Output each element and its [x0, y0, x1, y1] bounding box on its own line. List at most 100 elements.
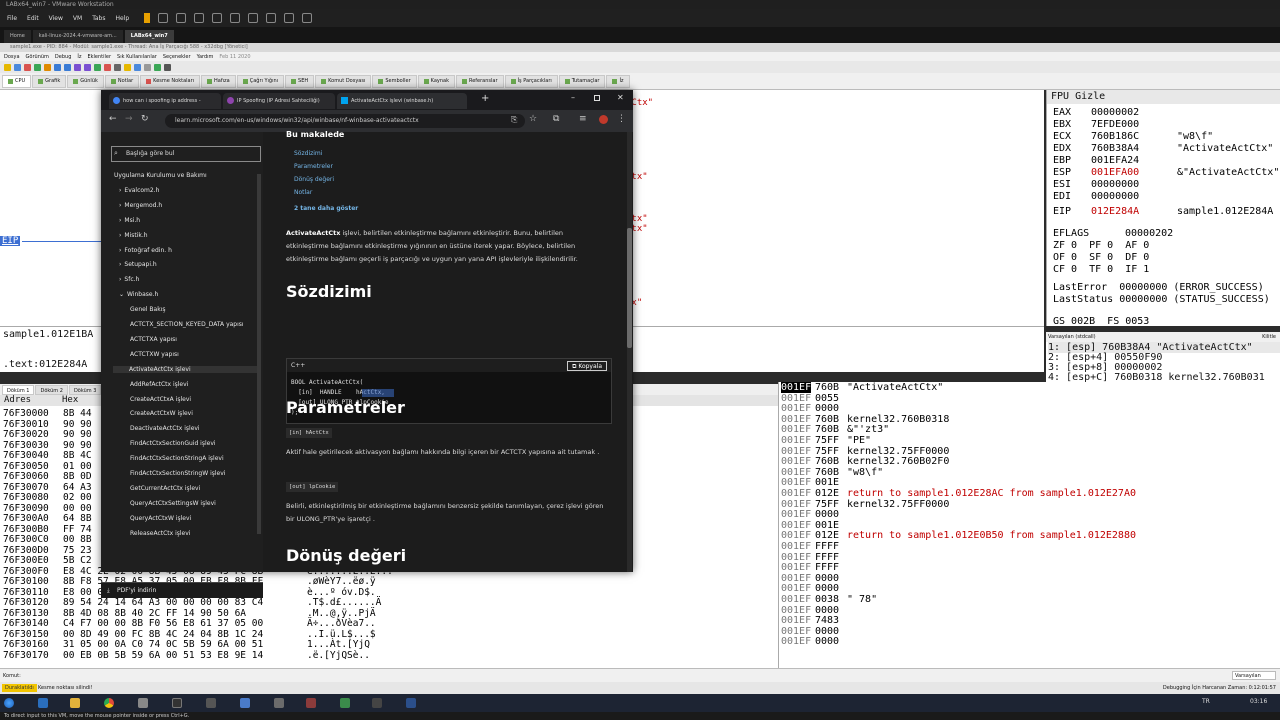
register-name[interactable]: EIP — [1053, 206, 1071, 217]
stack-address[interactable]: 001EF — [781, 467, 811, 478]
stack-value[interactable]: 0000 — [815, 626, 839, 637]
last-status[interactable]: LastStatus 00000000 (STATUS_SUCCESS) — [1053, 294, 1270, 305]
dump-ascii[interactable]: .ë.[YjQSè.. — [307, 650, 370, 661]
toc-nav-item[interactable]: ACTCTX_SECTION_KEYED_DATA yapısı — [127, 321, 244, 328]
filter-input[interactable]: Başlığa göre bul — [111, 146, 261, 162]
dump-addr[interactable]: 76F30090 — [3, 503, 49, 514]
register-comment[interactable]: "w8\f" — [1177, 131, 1213, 142]
stack-address[interactable]: 001EF — [781, 552, 811, 563]
toc-nav-item[interactable]: › Sfc.h — [119, 276, 139, 283]
register-name[interactable]: EFLAGS — [1053, 228, 1089, 239]
stack-value[interactable]: 001E — [815, 520, 839, 531]
arguments-pane[interactable]: 1: [esp] 760B38A4 "ActivateActCtx" 2: [e… — [1046, 342, 1280, 382]
toc-nav-item[interactable]: FindActCtxSectionStringA işlevi — [127, 455, 224, 462]
comment-icon[interactable] — [124, 63, 131, 71]
command-bar[interactable]: Komut: Varsayılan — [0, 668, 1280, 682]
stack-address[interactable]: 001EF — [781, 382, 812, 393]
register-value[interactable]: 00000000 — [1091, 179, 1139, 190]
tab-references[interactable]: Referanslar — [455, 74, 504, 88]
dump-addr[interactable]: 76F30060 — [3, 471, 49, 482]
minimize-button[interactable]: – — [571, 93, 575, 102]
toc-nav-item[interactable]: CreateActCtxA işlevi — [127, 396, 191, 403]
tab-memory[interactable]: Hafıza — [201, 74, 236, 88]
stack-value[interactable]: 0000 — [815, 509, 839, 520]
start-icon[interactable] — [4, 698, 14, 708]
stack-value[interactable]: 0038 — [815, 594, 839, 605]
browser-tab-search[interactable]: how can i spoofing ip address - — [109, 93, 221, 109]
toc-nav-item[interactable]: DeactivateActCtx işlevi — [127, 425, 200, 432]
page-scrollbar-thumb[interactable] — [627, 228, 632, 348]
dbg-menu-options[interactable]: Seçenekler — [163, 54, 191, 60]
dbg-menu-plugins[interactable]: Eklentiler — [87, 54, 111, 60]
dump-hex[interactable]: 02 00 — [63, 492, 92, 503]
dump-ascii[interactable]: .T$.d£......Ä — [307, 597, 381, 608]
stack-value[interactable]: 760B — [815, 424, 839, 435]
stack-address[interactable]: 001EF — [781, 583, 811, 594]
vm-menu-edit[interactable]: Edit — [26, 15, 40, 22]
explorer-icon[interactable] — [70, 698, 80, 708]
manage-snapshots-icon[interactable] — [212, 13, 223, 23]
tab-seh[interactable]: SEH — [285, 74, 315, 88]
register-comment[interactable]: sample1.012E284A — [1177, 206, 1273, 217]
dump-hex[interactable]: 90 90 — [63, 429, 92, 440]
dump-addr[interactable]: 76F30100 — [3, 576, 49, 587]
page-scrollbar[interactable] — [627, 132, 632, 572]
toc-link-return[interactable]: Dönüş değeri — [294, 176, 334, 183]
dump-addr[interactable]: 76F30150 — [3, 629, 49, 640]
last-error[interactable]: LastError 00000000 (ERROR_SUCCESS) — [1053, 282, 1264, 293]
flags-row[interactable]: OF 0 SF 0 DF 0 — [1053, 252, 1149, 263]
toc-nav-item[interactable]: ReleaseActCtx işlevi — [127, 530, 190, 537]
dump-addr[interactable]: 76F30000 — [3, 408, 49, 419]
stack-address[interactable]: 001EF — [781, 403, 811, 414]
register-name[interactable]: EBP — [1053, 155, 1071, 166]
vm-menu-help[interactable]: Help — [115, 15, 131, 22]
new-tab-button[interactable]: + — [481, 93, 489, 104]
stack-address[interactable]: 001EF — [781, 562, 811, 573]
dump-addr[interactable]: 76F30010 — [3, 419, 49, 430]
segment-registers[interactable]: GS 002B FS 0053 — [1053, 316, 1149, 327]
dump-hex[interactable]: 90 90 — [63, 440, 92, 451]
register-value[interactable]: 012E284A — [1091, 206, 1139, 217]
toc-nav-item[interactable]: GetCurrentActCtx işlevi — [127, 485, 200, 492]
stack-value[interactable]: FFFF — [815, 552, 839, 563]
dump-ascii[interactable]: .øWèY7..ëø.ÿ — [307, 576, 376, 587]
dump-addr[interactable]: 76F30140 — [3, 618, 49, 629]
dump-hex[interactable]: 90 90 — [63, 419, 92, 430]
stack-value[interactable]: 760B — [815, 456, 839, 467]
stack-address[interactable]: 001EF — [781, 424, 811, 435]
toc-link-parameters[interactable]: Parametreler — [294, 163, 333, 170]
dump-addr[interactable]: 76F30120 — [3, 597, 49, 608]
snapshot-icon[interactable] — [176, 13, 187, 23]
vm-menu-tabs[interactable]: Tabs — [91, 15, 106, 22]
register-name[interactable]: ESI — [1053, 179, 1071, 190]
browser-tab-ip-spoofing[interactable]: IP Spoofing (IP Adresi Sahteciliği) — [223, 93, 335, 109]
extensions-icon[interactable]: ⧉ — [553, 114, 559, 124]
stack-value[interactable]: 001E — [815, 477, 839, 488]
run-icon[interactable] — [34, 63, 41, 71]
register-value[interactable]: 760B38A4 — [1091, 143, 1139, 154]
command-type-select[interactable]: Varsayılan — [1232, 671, 1276, 680]
stack-address[interactable]: 001EF — [781, 605, 811, 616]
register-value[interactable]: 001EFA00 — [1091, 167, 1139, 178]
x32dbg-icon[interactable] — [306, 698, 316, 708]
stack-address[interactable]: 001EF — [781, 488, 811, 499]
toc-nav-item[interactable]: ⌄ Winbase.h — [119, 291, 158, 298]
dump-addr[interactable]: 76F30020 — [3, 429, 49, 440]
fpu-toggle[interactable]: FPU Gizle — [1047, 90, 1280, 104]
stack-value[interactable]: 7483 — [815, 615, 839, 626]
dump-addr[interactable]: 76F30030 — [3, 440, 49, 451]
stack-value[interactable]: 0000 — [815, 605, 839, 616]
toc-nav-item[interactable]: QueryActCtxW işlevi — [127, 515, 191, 522]
stack-address[interactable]: 001EF — [781, 530, 811, 541]
app-icon[interactable] — [138, 698, 148, 708]
stack-value[interactable]: 0000 — [815, 583, 839, 594]
dump-hex[interactable]: 64 8B — [63, 513, 92, 524]
stack-address[interactable]: 001EF — [781, 626, 811, 637]
forward-icon[interactable]: → — [125, 114, 133, 124]
close-icon[interactable] — [24, 63, 31, 71]
toc-nav-item[interactable]: Genel Bakış — [127, 306, 165, 313]
stack-value[interactable]: FFFF — [815, 562, 839, 573]
toc-nav-item[interactable]: › Mistik.h — [119, 232, 148, 239]
thumbnail-icon[interactable] — [248, 13, 259, 23]
label-icon[interactable] — [134, 63, 141, 71]
